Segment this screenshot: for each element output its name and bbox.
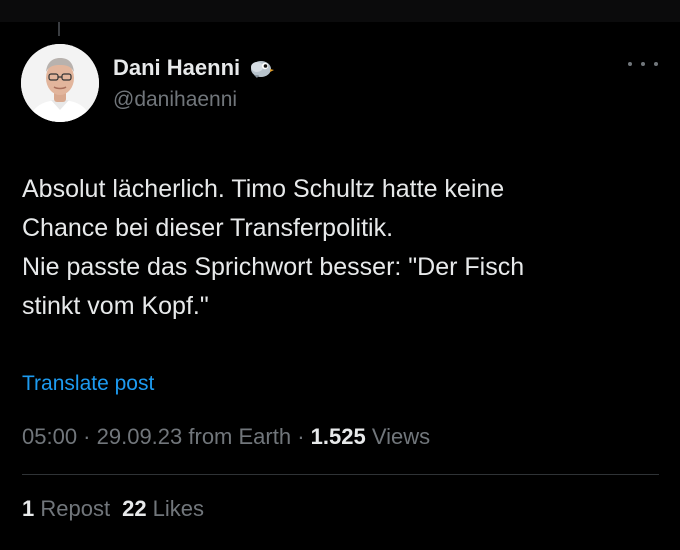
likes-link[interactable]: 22 Likes bbox=[122, 496, 204, 521]
post-text-line: stinkt vom Kopf." bbox=[22, 292, 209, 320]
likes-label: Likes bbox=[146, 496, 205, 521]
reposts-link[interactable]: 1 Repost bbox=[22, 496, 110, 521]
post-stats: 1 Repost 22 Likes bbox=[22, 496, 204, 522]
reposts-count: 1 bbox=[22, 496, 35, 521]
reposts-label: Repost bbox=[34, 496, 111, 521]
top-bar bbox=[0, 0, 680, 22]
author-display-name[interactable]: Dani Haenni bbox=[113, 55, 240, 81]
profile-photo-icon bbox=[21, 44, 99, 122]
post-meta: 05:00 · 29.09.23 from Earth · 1.525 View… bbox=[22, 424, 430, 450]
author-name-row[interactable]: Dani Haenni bbox=[113, 55, 275, 81]
likes-count: 22 bbox=[122, 496, 147, 521]
post-time[interactable]: 05:00 bbox=[22, 424, 77, 449]
thread-connector-line bbox=[58, 22, 60, 36]
post-text-line: Absolut lächerlich. Timo Schultz hatte k… bbox=[22, 175, 505, 203]
post-text: Absolut lächerlich. Timo Schultz hatte k… bbox=[22, 170, 662, 326]
post-source: from Earth bbox=[182, 424, 292, 449]
avatar[interactable] bbox=[21, 44, 99, 122]
post-text-line: Chance bei dieser Transferpolitik. bbox=[22, 214, 394, 242]
post-text-line: Nie passte das Sprichwort besser: "Der F… bbox=[22, 253, 525, 281]
meta-separator: · bbox=[291, 424, 311, 449]
translate-post-link[interactable]: Translate post bbox=[22, 372, 154, 396]
more-horizontal-icon[interactable] bbox=[628, 54, 658, 74]
meta-separator: · bbox=[77, 424, 97, 449]
bird-emoji-icon bbox=[248, 57, 275, 79]
divider bbox=[22, 474, 659, 475]
views-count: 1.525 bbox=[310, 424, 366, 449]
views-label: Views bbox=[365, 424, 431, 449]
post-date[interactable]: 29.09.23 bbox=[97, 424, 183, 449]
author-handle[interactable]: @danihaenni bbox=[113, 88, 237, 112]
